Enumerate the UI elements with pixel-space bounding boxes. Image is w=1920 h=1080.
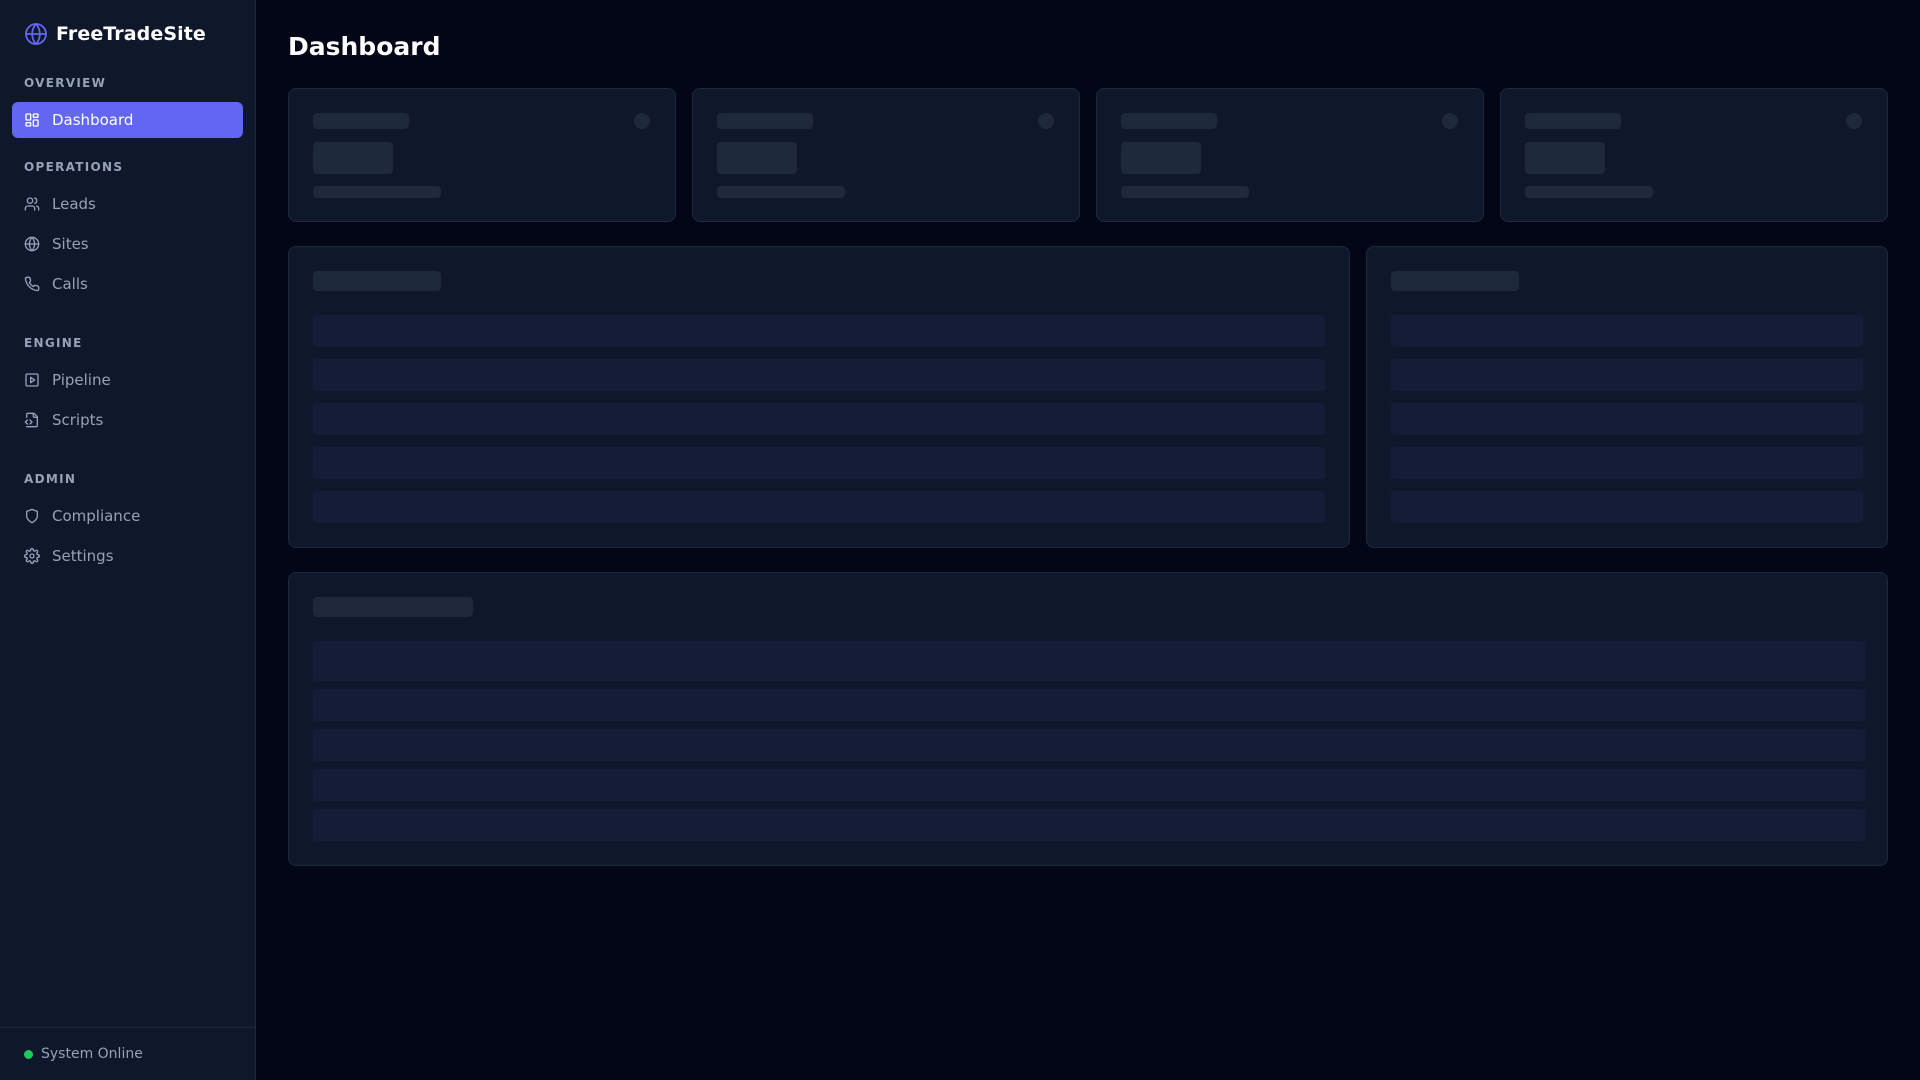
brand[interactable]: FreeTradeSite <box>0 0 255 68</box>
skeleton-value <box>1121 142 1201 174</box>
skeleton-icon <box>1038 113 1054 129</box>
app-title: FreeTradeSite <box>56 23 206 45</box>
sidebar-item-compliance[interactable]: Compliance <box>12 498 243 534</box>
skeleton-row <box>313 491 1325 523</box>
skeleton-label <box>1525 113 1621 129</box>
section-label-admin: ADMIN <box>24 472 77 486</box>
stat-card-skeleton <box>1500 88 1888 222</box>
page-title: Dashboard <box>288 32 441 61</box>
phone-icon <box>24 276 40 292</box>
sidebar-item-label: Dashboard <box>52 111 134 129</box>
skeleton-row <box>1391 447 1863 479</box>
sidebar-item-label: Calls <box>52 275 88 293</box>
skeleton-caption <box>313 186 441 198</box>
skeleton-panel-title <box>313 597 473 617</box>
skeleton-row <box>313 809 1865 841</box>
sidebar-item-label: Compliance <box>52 507 141 525</box>
skeleton-row <box>313 769 1865 801</box>
panel-skeleton-right <box>1366 246 1888 548</box>
skeleton-row <box>313 641 1865 681</box>
dashboard-icon <box>24 112 40 128</box>
panel-skeleton-left <box>288 246 1350 548</box>
skeleton-row <box>1391 403 1863 435</box>
section-label-engine: ENGINE <box>24 336 83 350</box>
stat-card-skeleton <box>1096 88 1484 222</box>
system-status: System Online <box>0 1027 255 1080</box>
sidebar-item-label: Scripts <box>52 411 104 429</box>
skeleton-row <box>1391 315 1863 347</box>
status-label: System Online <box>41 1046 143 1062</box>
sidebar-item-label: Pipeline <box>52 371 111 389</box>
status-dot <box>24 1049 33 1059</box>
file-code-icon <box>24 412 40 428</box>
sidebar-item-label: Leads <box>52 195 96 213</box>
skeleton-row <box>1391 359 1863 391</box>
section-label-operations: OPERATIONS <box>24 160 124 174</box>
section-label-overview: OVERVIEW <box>24 76 107 90</box>
sidebar-item-pipeline[interactable]: Pipeline <box>12 362 243 398</box>
skeleton-row <box>313 689 1865 721</box>
skeleton-icon <box>1846 113 1862 129</box>
main-content: Dashboard <box>256 0 1920 1080</box>
sidebar-nav: OVERVIEW Dashboard OPERATIONS Leads Site… <box>0 68 255 1080</box>
skeleton-row <box>1391 491 1863 523</box>
skeleton-row <box>313 729 1865 761</box>
skeleton-label <box>1121 113 1217 129</box>
skeleton-row <box>313 315 1325 347</box>
skeleton-caption <box>1121 186 1249 198</box>
skeleton-row <box>313 403 1325 435</box>
table-skeleton <box>288 572 1888 866</box>
nav-section-overview: OVERVIEW Dashboard <box>12 76 243 138</box>
stat-card-skeleton <box>692 88 1080 222</box>
sidebar-item-label: Settings <box>52 547 114 565</box>
sidebar-item-settings[interactable]: Settings <box>12 538 243 574</box>
skeleton-panel-title <box>313 271 441 291</box>
shield-icon <box>24 508 40 524</box>
sidebar-item-scripts[interactable]: Scripts <box>12 402 243 438</box>
users-icon <box>24 196 40 212</box>
sidebar-item-sites[interactable]: Sites <box>12 226 243 262</box>
nav-section-engine: ENGINE Pipeline Scripts <box>12 336 243 438</box>
sidebar: FreeTradeSite OVERVIEW Dashboard OPERATI… <box>0 0 256 1080</box>
play-square-icon <box>24 372 40 388</box>
skeleton-label <box>717 113 813 129</box>
globe-icon <box>24 236 40 252</box>
skeleton-icon <box>1442 113 1458 129</box>
skeleton-icon <box>634 113 650 129</box>
skeleton-row <box>313 359 1325 391</box>
sidebar-item-leads[interactable]: Leads <box>12 186 243 222</box>
skeleton-label <box>313 113 409 129</box>
gear-icon <box>24 548 40 564</box>
skeleton-caption <box>1525 186 1653 198</box>
sidebar-item-calls[interactable]: Calls <box>12 266 243 302</box>
nav-section-operations: OPERATIONS Leads Sites Calls <box>12 160 243 302</box>
app-shell: FreeTradeSite OVERVIEW Dashboard OPERATI… <box>0 0 1920 1080</box>
skeleton-caption <box>717 186 845 198</box>
nav-section-admin: ADMIN Compliance Settings <box>12 472 243 574</box>
stat-card-skeleton <box>288 88 676 222</box>
globe-logo-icon <box>24 22 48 46</box>
skeleton-value <box>717 142 797 174</box>
skeleton-row <box>313 447 1325 479</box>
skeleton-panel-title <box>1391 271 1519 291</box>
sidebar-item-dashboard[interactable]: Dashboard <box>12 102 243 138</box>
sidebar-item-label: Sites <box>52 235 89 253</box>
skeleton-value <box>1525 142 1605 174</box>
skeleton-value <box>313 142 393 174</box>
